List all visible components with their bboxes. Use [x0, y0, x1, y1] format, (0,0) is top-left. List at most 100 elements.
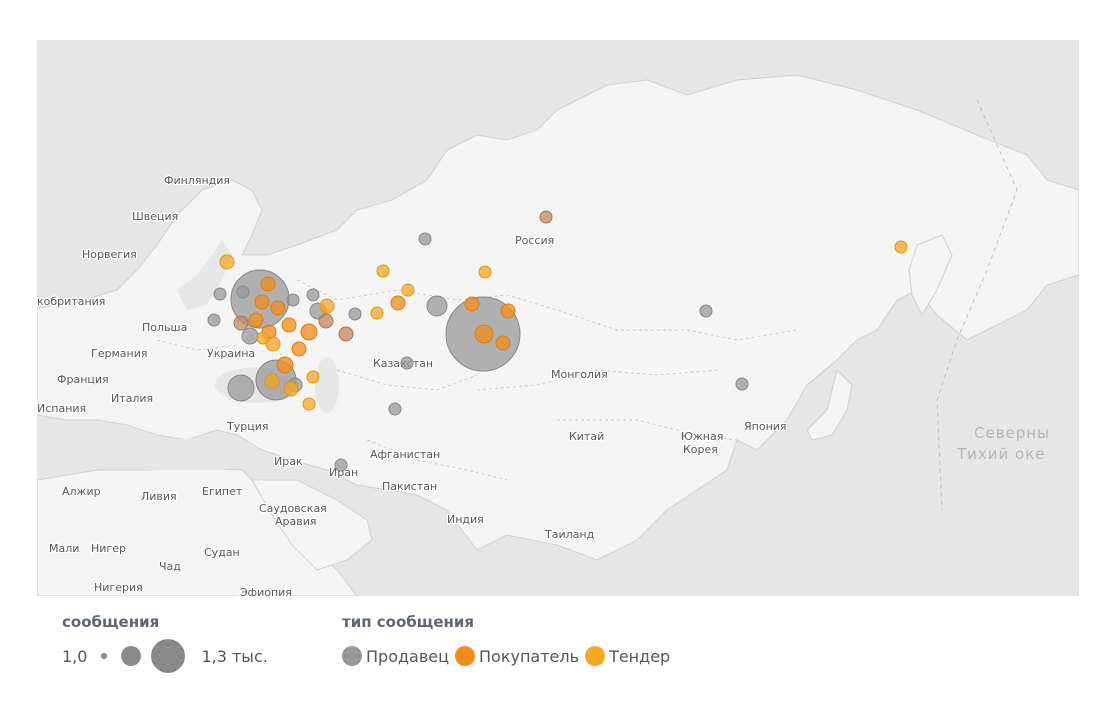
- label-saudi-2: Аравия: [275, 515, 317, 528]
- type-legend-row: Продавец Покупатель Тендер: [342, 640, 676, 672]
- label-south-korea-1: Южная: [681, 430, 723, 443]
- legend-item-seller[interactable]: Продавец: [342, 646, 449, 666]
- label-sudan: Судан: [204, 546, 240, 559]
- size-legend-min: 1,0: [62, 646, 88, 666]
- bubble-seller[interactable]: [426, 295, 448, 317]
- label-russia: Россия: [515, 234, 554, 247]
- bubble-seller[interactable]: [306, 288, 320, 302]
- label-sweden: Швеция: [132, 210, 178, 223]
- type-legend: тип сообщения Продавец Покупатель Тендер: [342, 612, 676, 672]
- tender-dot-icon: [585, 646, 606, 666]
- bubble-seller[interactable]: [213, 287, 227, 301]
- label-iraq: Ирак: [274, 455, 303, 468]
- bubble-seller[interactable]: [418, 232, 432, 246]
- bubble-buyer[interactable]: [281, 317, 297, 333]
- bubble-buyer[interactable]: [464, 296, 480, 312]
- size-legend: сообщения 1,0 1,3 тыс.: [62, 612, 268, 673]
- label-chad: Чад: [159, 560, 181, 573]
- bubble-tender[interactable]: [478, 265, 492, 279]
- label-pakistan: Пакистан: [382, 480, 437, 493]
- label-norway: Норвегия: [82, 248, 137, 261]
- buyer-dot-icon: [455, 646, 476, 666]
- bubble-buyer[interactable]: [300, 323, 318, 341]
- label-finland: Финляндия: [164, 174, 230, 187]
- bubble-tender[interactable]: [256, 331, 270, 345]
- bubble-mixed[interactable]: [233, 315, 249, 331]
- bubble-buyer[interactable]: [474, 324, 494, 344]
- label-italy: Италия: [111, 392, 153, 405]
- size-small-icon: [101, 653, 108, 659]
- label-thailand: Таиланд: [544, 528, 595, 541]
- legend-label-seller: Продавец: [366, 646, 450, 666]
- bubble-seller[interactable]: [236, 285, 250, 299]
- bubble-tender[interactable]: [302, 397, 316, 411]
- bubble-seller[interactable]: [699, 304, 713, 318]
- bubble-seller[interactable]: [400, 356, 414, 370]
- legend-item-buyer[interactable]: Покупатель: [455, 646, 579, 666]
- label-france: Франция: [57, 373, 109, 386]
- label-china: Китай: [569, 430, 604, 443]
- label-ethiopia: Эфиопия: [240, 586, 292, 596]
- bubble-tender[interactable]: [894, 240, 908, 254]
- label-poland: Польша: [142, 321, 187, 334]
- bubble-seller[interactable]: [207, 313, 221, 327]
- size-legend-title: сообщения: [62, 613, 160, 631]
- type-legend-title: тип сообщения: [342, 613, 475, 631]
- label-turkey: Турция: [226, 420, 268, 433]
- bubble-buyer[interactable]: [270, 300, 286, 316]
- bubble-buyer[interactable]: [260, 276, 276, 292]
- bubble-tender[interactable]: [319, 298, 335, 314]
- label-india: Индия: [447, 513, 484, 526]
- bubble-seller[interactable]: [227, 374, 255, 402]
- label-saudi-1: Саудовская: [259, 502, 327, 515]
- bubble-seller[interactable]: [348, 307, 362, 321]
- label-algeria: Алжир: [62, 485, 101, 498]
- label-pacific-1: Северны: [974, 424, 1050, 442]
- bubble-seller[interactable]: [388, 402, 402, 416]
- label-germany: Германия: [91, 347, 147, 360]
- bubble-buyer[interactable]: [254, 294, 270, 310]
- bubble-buyer[interactable]: [291, 341, 307, 357]
- caspian-sea: [315, 357, 339, 413]
- label-mali: Мали: [49, 542, 79, 555]
- bubble-mixed[interactable]: [539, 210, 553, 224]
- bubble-tender[interactable]: [370, 306, 384, 320]
- map[interactable]: Финляндия Швеция Норвегия кобритания Пол…: [37, 40, 1079, 596]
- bubble-tender[interactable]: [219, 254, 235, 270]
- bubble-mixed[interactable]: [338, 326, 354, 342]
- bubble-seller[interactable]: [334, 458, 348, 472]
- label-uk: кобритания: [37, 295, 105, 308]
- bubble-tender[interactable]: [401, 283, 415, 297]
- label-libya: Ливия: [141, 490, 177, 503]
- bubble-buyer[interactable]: [500, 303, 516, 319]
- legend-label-buyer: Покупатель: [479, 646, 580, 666]
- size-legend-max: 1,3 тыс.: [201, 646, 268, 666]
- label-nigeria: Нигерия: [94, 581, 143, 594]
- bubble-seller[interactable]: [241, 327, 259, 345]
- bubble-mixed[interactable]: [318, 313, 334, 329]
- bubble-buyer[interactable]: [276, 356, 294, 374]
- bubble-tender[interactable]: [306, 370, 320, 384]
- bubble-buyer[interactable]: [495, 335, 511, 351]
- bubble-seller[interactable]: [735, 377, 749, 391]
- label-pacific-2: Тихий оке: [956, 445, 1046, 463]
- legend-label-tender: Тендер: [609, 646, 671, 666]
- size-large-icon: [151, 639, 186, 673]
- label-niger: Нигер: [91, 542, 126, 555]
- bubble-tender[interactable]: [376, 264, 390, 278]
- label-japan: Япония: [744, 420, 787, 433]
- bubble-tender[interactable]: [264, 373, 280, 389]
- label-spain: Испания: [37, 402, 86, 415]
- size-legend-row: 1,0 1,3 тыс.: [62, 639, 268, 673]
- label-south-korea-2: Корея: [683, 443, 718, 456]
- label-egypt: Египет: [202, 485, 243, 498]
- label-afghanistan: Афганистан: [370, 448, 440, 461]
- seller-dot-icon: [342, 646, 362, 666]
- bubble-seller[interactable]: [286, 293, 300, 307]
- legend-item-tender[interactable]: Тендер: [585, 646, 670, 666]
- bubble-buyer[interactable]: [390, 295, 406, 311]
- bubble-buyer[interactable]: [248, 312, 264, 328]
- label-mongolia: Монголия: [551, 368, 608, 381]
- bubble-tender[interactable]: [283, 381, 299, 397]
- size-medium-icon: [121, 646, 142, 666]
